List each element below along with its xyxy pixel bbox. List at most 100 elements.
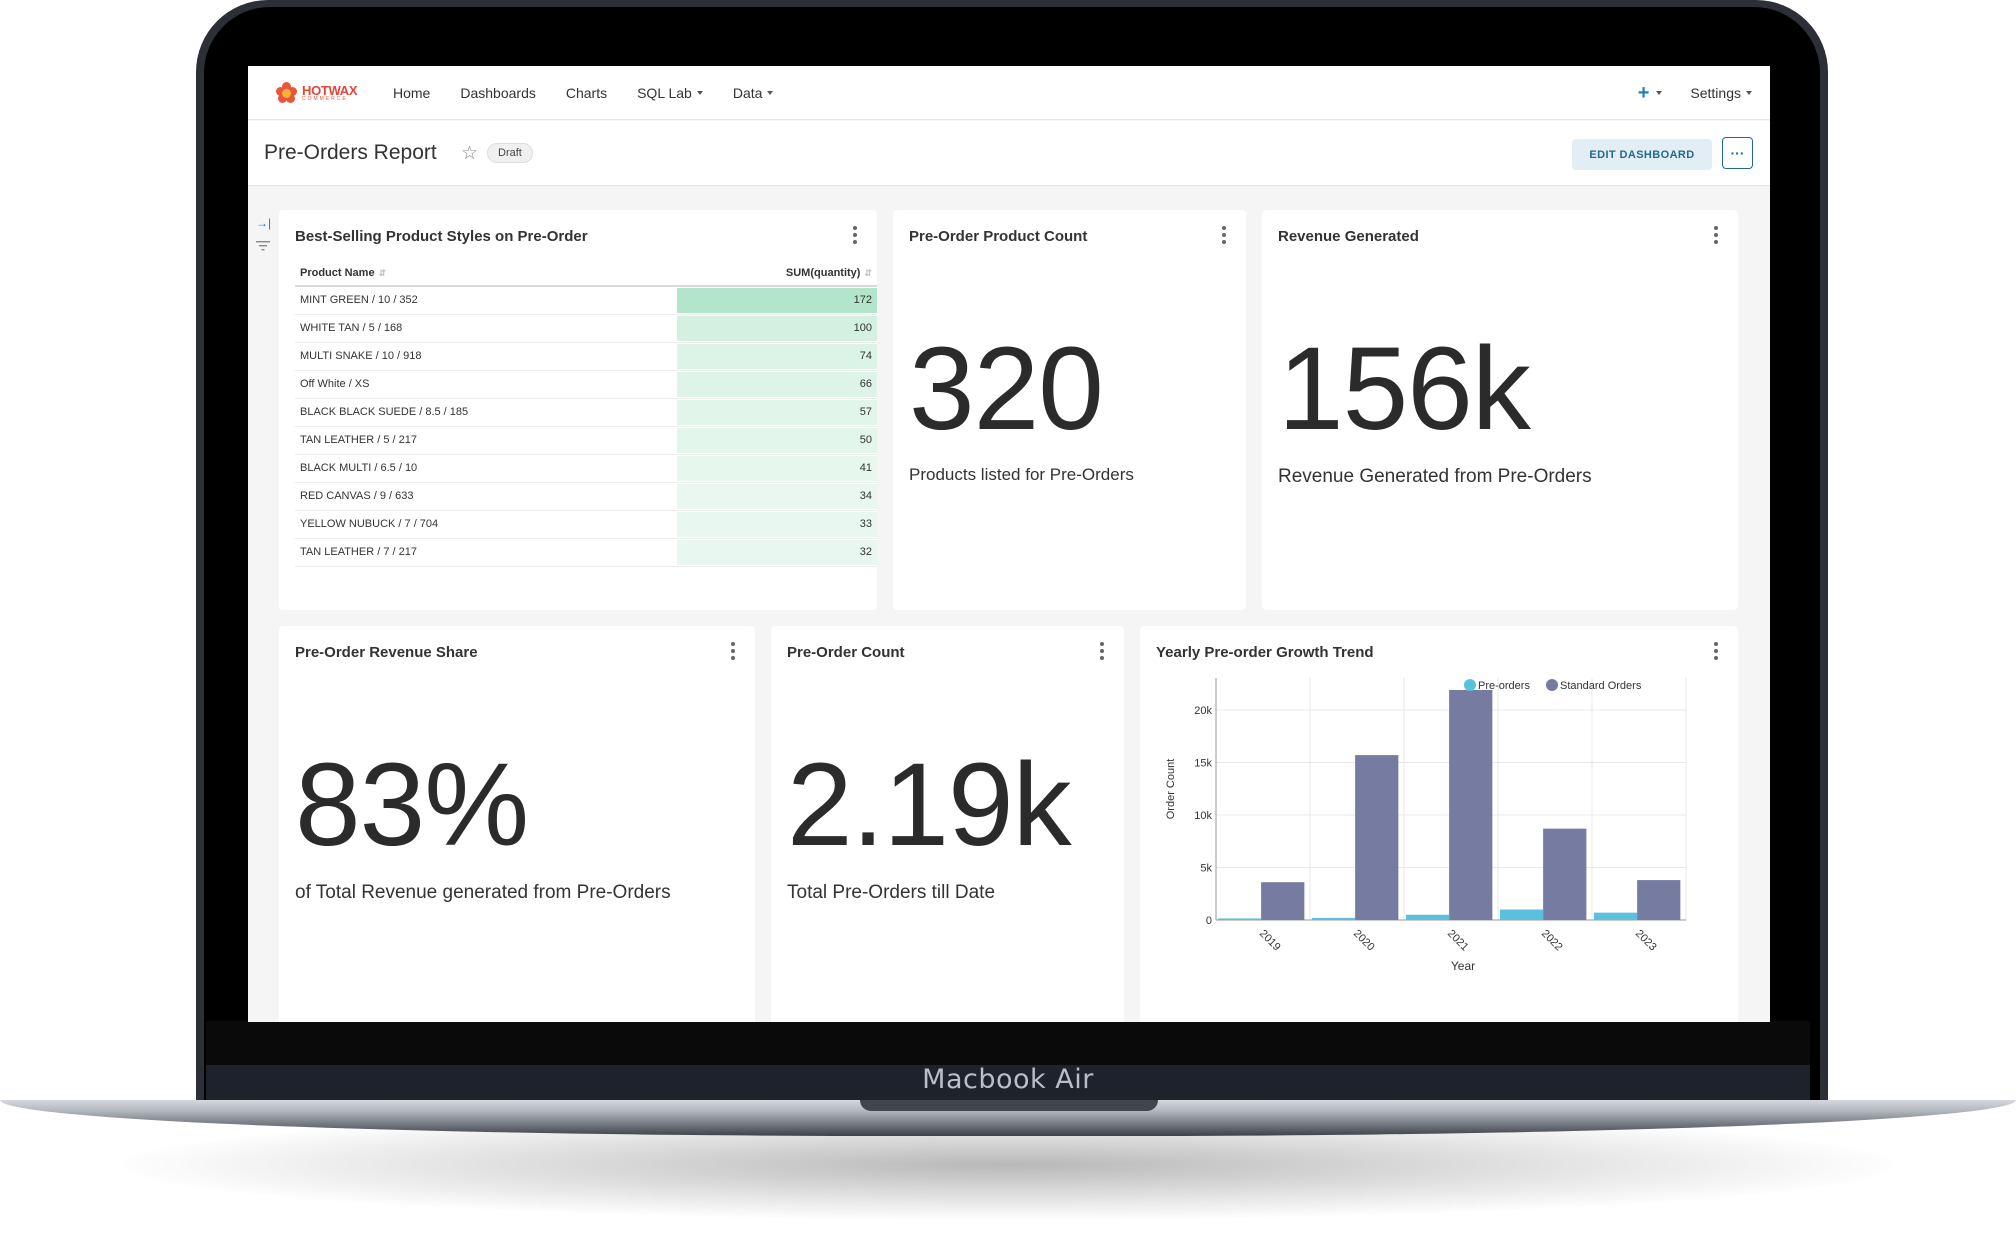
product-name-cell: BLACK BLACK SUEDE / 8.5 / 185 (295, 398, 677, 427)
column-header-sum-quantity[interactable]: SUM(quantity) ⇵ (677, 260, 877, 287)
hotwax-logo[interactable]: HOTWAX COMMERCE (276, 80, 358, 106)
nav-dashboards-label: Dashboards (460, 85, 536, 101)
logo-flower-icon (276, 82, 298, 104)
nav-charts[interactable]: Charts (566, 85, 607, 101)
caret-down-icon[interactable] (1656, 91, 1663, 95)
product-name-cell: WHITE TAN / 5 / 168 (295, 314, 677, 343)
dashboard-header: Pre-Orders Report ☆ Draft EDIT DASHBOARD… (248, 121, 1770, 186)
bar-pre-orders (1217, 918, 1262, 920)
column-header-product-name[interactable]: Product Name ⇵ (295, 260, 677, 287)
big-number: 83% (295, 739, 529, 871)
bar-chart: 0 5k 10k 15k 20k 2019 2020 2021 2022 2023 Year Orde… (1165, 678, 1687, 973)
product-name-cell: BLACK MULTI / 6.5 / 10 (295, 454, 677, 483)
nav-menu: Home Dashboards Charts SQL Lab Data (393, 66, 803, 120)
favorite-star-icon[interactable]: ☆ (461, 142, 478, 165)
big-number-subheader: of Total Revenue generated from Pre-Orde… (295, 882, 671, 903)
table-row: BLACK BLACK SUEDE / 8.5 / 185 57 (295, 398, 877, 427)
nav-dashboards[interactable]: Dashboards (460, 85, 536, 101)
product-name-cell: YELLOW NUBUCK / 7 / 704 (295, 510, 677, 539)
y-tick-label: 0 (1206, 915, 1212, 927)
table-row: WHITE TAN / 5 / 168 100 (295, 314, 877, 343)
x-tick-label: 2022 (1539, 928, 1565, 954)
product-name-cell: MULTI SNAKE / 10 / 918 (295, 342, 677, 371)
product-name-cell: RED CANVAS / 9 / 633 (295, 482, 677, 511)
quantity-bar (677, 483, 877, 509)
table-row: YELLOW NUBUCK / 7 / 704 33 (295, 510, 877, 539)
nav-data[interactable]: Data (733, 85, 774, 101)
table-row: MINT GREEN / 10 / 352 172 (295, 286, 877, 315)
kebab-menu-icon[interactable] (1714, 226, 1718, 247)
filter-icon[interactable] (256, 240, 272, 255)
quantity-value: 50 (859, 434, 872, 446)
table-row: TAN LEATHER / 7 / 217 32 (295, 538, 877, 567)
quantity-cell: 33 (677, 510, 877, 539)
column-header-label: SUM(quantity) (785, 266, 861, 279)
nav-home-label: Home (393, 85, 431, 101)
table-row: MULTI SNAKE / 10 / 918 74 (295, 342, 877, 371)
product-count-card: Pre-Order Product Count 320 Products lis… (893, 210, 1246, 610)
revenue-generated-card: Revenue Generated 156k Revenue Generated… (1262, 210, 1738, 610)
quantity-bar (677, 539, 877, 565)
quantity-cell: 34 (677, 482, 877, 511)
quantity-bar (677, 427, 877, 453)
laptop-notch (860, 1100, 1158, 1111)
caret-down-icon (696, 91, 703, 95)
status-badge: Draft (487, 143, 533, 163)
big-number: 320 (909, 323, 1104, 455)
plus-icon[interactable]: + (1638, 83, 1650, 103)
sort-icon: ⇵ (378, 267, 387, 278)
bar-pre-orders (1311, 917, 1356, 920)
screen: HOTWAX COMMERCE Home Dashboards Charts S… (248, 66, 1770, 1022)
kebab-menu-icon[interactable] (731, 642, 735, 663)
card-title: Pre-Order Revenue Share (295, 644, 478, 661)
quantity-cell: 74 (677, 342, 877, 371)
growth-trend-card: Yearly Pre-order Growth Trend 0 5k 10k 15k 2… (1140, 626, 1738, 1022)
legend-label: Standard Orders (1560, 680, 1642, 692)
nav-data-label: Data (732, 85, 763, 101)
nav-sql-lab[interactable]: SQL Lab (637, 85, 703, 101)
kebab-menu-icon[interactable] (853, 226, 857, 247)
edit-dashboard-button[interactable]: EDIT DASHBOARD (1572, 139, 1712, 170)
legend-label: Pre-orders (1478, 680, 1530, 692)
nav-charts-label: Charts (565, 85, 608, 101)
quantity-value: 41 (859, 462, 872, 474)
x-axis-label: Year (1451, 959, 1475, 973)
bar-standard-orders (1637, 880, 1681, 920)
nav-home[interactable]: Home (393, 85, 430, 101)
expand-arrow-icon[interactable]: →| (256, 216, 272, 230)
device-label: Macbook Air (922, 1064, 1094, 1095)
pre-order-count-card: Pre-Order Count 2.19k Total Pre-Orders t… (771, 626, 1124, 1022)
caret-down-icon (767, 91, 774, 95)
nav-sql-lab-label: SQL Lab (637, 85, 692, 101)
table-row: RED CANVAS / 9 / 633 34 (295, 482, 877, 511)
quantity-cell: 100 (677, 314, 877, 343)
caret-down-icon[interactable] (1746, 91, 1752, 95)
quantity-cell: 41 (677, 454, 877, 483)
bar-standard-orders (1355, 755, 1399, 920)
kebab-menu-icon[interactable] (1100, 642, 1104, 663)
product-name-cell: TAN LEATHER / 5 / 217 (295, 426, 677, 455)
quantity-cell: 172 (677, 286, 877, 315)
settings-menu[interactable]: Settings (1690, 85, 1741, 101)
dashboard-title[interactable]: Pre-Orders Report (264, 141, 437, 165)
big-number-subheader: Products listed for Pre-Orders (909, 465, 1134, 484)
bezel-bottom (206, 1021, 1810, 1065)
bar-standard-orders (1449, 690, 1493, 920)
filter-sidebar-toggles: →| (256, 216, 272, 265)
quantity-cell: 32 (677, 538, 877, 567)
quantity-value: 33 (859, 518, 872, 530)
more-options-button[interactable]: ··· (1722, 137, 1753, 169)
quantity-cell: 50 (677, 426, 877, 455)
quantity-bar (677, 455, 877, 481)
big-number: 156k (1278, 323, 1531, 455)
product-name-cell: TAN LEATHER / 7 / 217 (295, 538, 677, 567)
y-tick-label: 15k (1194, 757, 1212, 769)
big-number-subheader: Total Pre-Orders till Date (787, 882, 996, 903)
x-tick-label: 2019 (1257, 928, 1283, 954)
bar-pre-orders (1593, 912, 1638, 920)
quantity-cell: 66 (677, 370, 877, 399)
x-tick-label: 2020 (1351, 928, 1377, 954)
table-row: BLACK MULTI / 6.5 / 10 41 (295, 454, 877, 483)
kebab-menu-icon[interactable] (1222, 226, 1226, 247)
legend-marker (1546, 679, 1558, 691)
